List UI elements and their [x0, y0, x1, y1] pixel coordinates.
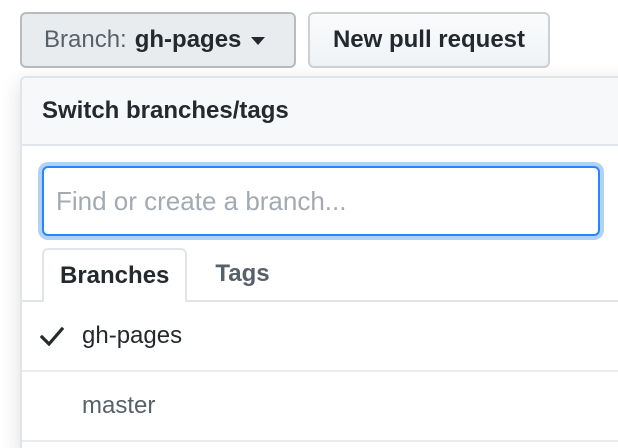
branch-tag-tabs: Branches Tags: [22, 248, 618, 302]
current-branch-name: gh-pages: [134, 26, 242, 53]
check-icon: [22, 326, 82, 346]
filter-container: [22, 146, 618, 250]
branch-name-label: master: [82, 392, 156, 419]
branch-list-item-gh-pages[interactable]: gh-pages: [22, 302, 618, 372]
new-pull-request-button[interactable]: New pull request: [308, 12, 550, 68]
branch-filter-input[interactable]: [42, 166, 600, 236]
caret-down-icon: [251, 37, 266, 45]
branch-select-button[interactable]: Branch: gh-pages: [20, 12, 296, 68]
branch-dropdown-menu: Switch branches/tags Branches Tags gh-pa…: [20, 76, 618, 448]
tab-branches[interactable]: Branches: [42, 248, 188, 302]
branch-switcher-page: Branch: gh-pages New pull request Switch…: [0, 0, 618, 448]
dropdown-title: Switch branches/tags: [22, 78, 618, 146]
branch-prefix-label: Branch:: [44, 26, 127, 53]
branch-list-item-master[interactable]: master: [22, 372, 618, 442]
branch-name-label: gh-pages: [82, 322, 183, 349]
tab-tags[interactable]: Tags: [187, 248, 285, 300]
